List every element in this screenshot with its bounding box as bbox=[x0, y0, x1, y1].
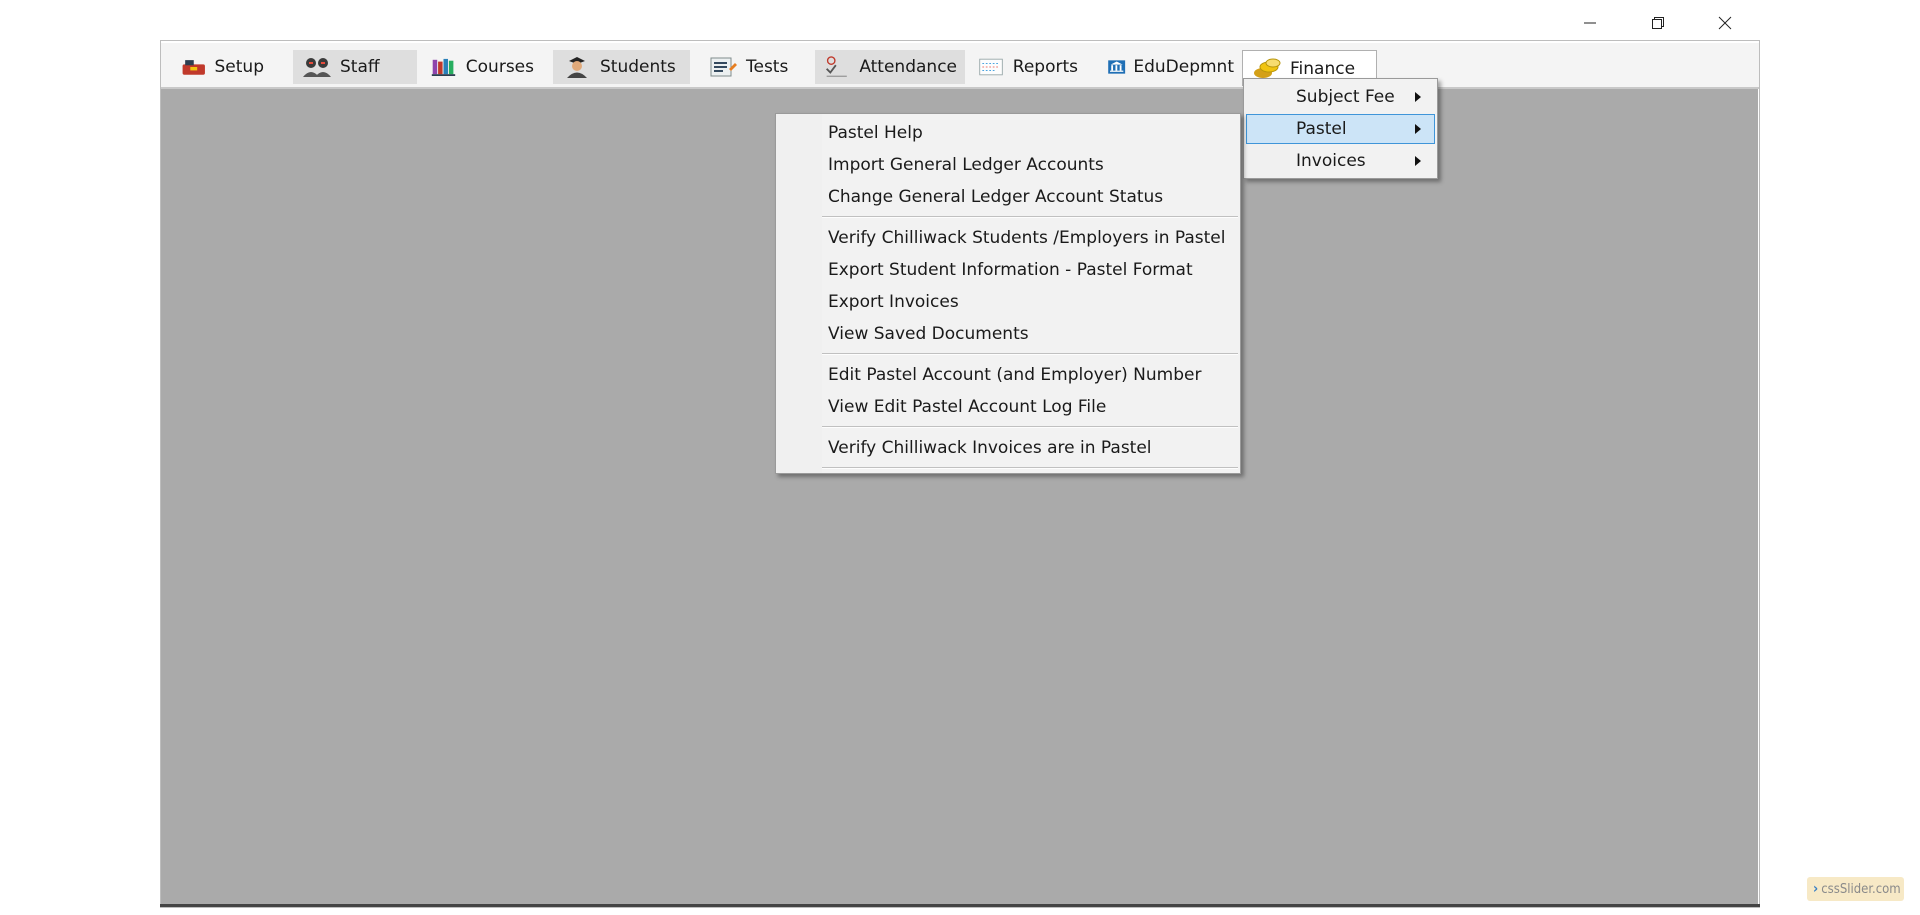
close-icon bbox=[1718, 16, 1732, 30]
menu-setup-label: Setup bbox=[214, 57, 264, 77]
menu-item-label: Edit Pastel Account (and Employer) Numbe… bbox=[828, 365, 1202, 385]
menu-separator bbox=[822, 426, 1238, 428]
test-sheet-icon bbox=[710, 57, 737, 77]
menu-item-label: Export Invoices bbox=[828, 292, 959, 312]
submenu-arrow-icon bbox=[1415, 124, 1421, 134]
menu-attendance[interactable]: Attendance bbox=[815, 50, 965, 84]
close-button[interactable] bbox=[1702, 8, 1748, 38]
menu-reports-label: Reports bbox=[1012, 57, 1078, 77]
menu-item-view-saved-documents[interactable]: View Saved Documents bbox=[778, 319, 1238, 349]
menu-reports[interactable]: Reports bbox=[970, 50, 1086, 84]
menu-item-change-gl-status[interactable]: Change General Ledger Account Status bbox=[778, 182, 1238, 212]
menu-item-label: Pastel bbox=[1296, 119, 1347, 139]
menu-edudepmnt[interactable]: EduDepmnt bbox=[1099, 50, 1242, 84]
menu-item-label: Export Student Information - Pastel Form… bbox=[828, 260, 1193, 280]
menu-students-label: Students bbox=[600, 57, 676, 77]
menu-courses-label: Courses bbox=[465, 57, 534, 77]
people-icon bbox=[303, 58, 331, 77]
watermark-badge: › cssSlider.com bbox=[1807, 877, 1904, 901]
report-icon bbox=[979, 58, 1003, 76]
menu-item-invoices[interactable]: Invoices bbox=[1246, 146, 1435, 176]
menu-setup[interactable]: Setup bbox=[172, 50, 272, 84]
menu-item-label: Verify Chilliwack Invoices are in Pastel bbox=[828, 438, 1152, 458]
menu-separator bbox=[822, 216, 1238, 218]
menu-item-label: Invoices bbox=[1296, 151, 1366, 171]
menu-item-view-edit-log[interactable]: View Edit Pastel Account Log File bbox=[778, 392, 1238, 422]
chevron-right-icon: › bbox=[1813, 881, 1819, 897]
menu-tests[interactable]: Tests bbox=[699, 50, 799, 84]
menu-item-pastel-help[interactable]: Pastel Help bbox=[778, 118, 1238, 148]
menu-staff-label: Staff bbox=[340, 57, 380, 77]
menu-courses[interactable]: Courses bbox=[422, 50, 542, 84]
menu-attendance-label: Attendance bbox=[859, 57, 957, 77]
menu-item-subject-fee[interactable]: Subject Fee bbox=[1246, 82, 1435, 112]
menu-item-label: View Saved Documents bbox=[828, 324, 1029, 344]
submenu-arrow-icon bbox=[1415, 156, 1421, 166]
menu-item-label: Import General Ledger Accounts bbox=[828, 155, 1104, 175]
menu-separator bbox=[822, 353, 1238, 355]
menu-tests-label: Tests bbox=[746, 57, 789, 77]
restore-icon bbox=[1652, 17, 1664, 29]
coins-icon bbox=[1254, 58, 1281, 78]
student-icon bbox=[567, 57, 587, 78]
pastel-submenu: Pastel Help Import General Ledger Accoun… bbox=[775, 113, 1241, 474]
menu-item-label: Pastel Help bbox=[828, 123, 923, 143]
menu-students[interactable]: Students bbox=[553, 50, 690, 84]
menu-edudepmnt-label: EduDepmnt bbox=[1133, 57, 1234, 77]
finance-dropdown: Subject Fee Pastel Invoices bbox=[1243, 78, 1438, 179]
restore-button[interactable] bbox=[1635, 8, 1681, 38]
menu-item-label: Subject Fee bbox=[1296, 87, 1395, 107]
toolbox-icon bbox=[182, 60, 205, 75]
menu-item-label: Verify Chilliwack Students /Employers in… bbox=[828, 228, 1226, 248]
menu-item-verify-students[interactable]: Verify Chilliwack Students /Employers in… bbox=[778, 223, 1238, 253]
menu-item-import-gl-accounts[interactable]: Import General Ledger Accounts bbox=[778, 150, 1238, 180]
minimize-icon bbox=[1584, 22, 1596, 24]
minimize-button[interactable] bbox=[1567, 8, 1613, 38]
menu-item-export-student-info[interactable]: Export Student Information - Pastel Form… bbox=[778, 255, 1238, 285]
building-icon bbox=[1108, 60, 1126, 74]
menu-item-verify-invoices[interactable]: Verify Chilliwack Invoices are in Pastel bbox=[778, 433, 1238, 463]
menu-item-pastel[interactable]: Pastel bbox=[1246, 114, 1435, 144]
menu-separator bbox=[822, 467, 1238, 469]
menu-item-export-invoices[interactable]: Export Invoices bbox=[778, 287, 1238, 317]
submenu-arrow-icon bbox=[1415, 92, 1421, 102]
menu-staff[interactable]: Staff bbox=[293, 50, 417, 84]
menu-finance-label: Finance bbox=[1290, 58, 1356, 79]
attendance-icon bbox=[826, 56, 847, 77]
menu-item-label: Change General Ledger Account Status bbox=[828, 187, 1164, 207]
books-icon bbox=[431, 58, 456, 76]
menu-item-label: View Edit Pastel Account Log File bbox=[828, 397, 1107, 417]
status-line bbox=[160, 904, 1760, 907]
watermark-text: cssSlider.com bbox=[1821, 881, 1901, 897]
menu-item-edit-pastel-account[interactable]: Edit Pastel Account (and Employer) Numbe… bbox=[778, 360, 1238, 390]
